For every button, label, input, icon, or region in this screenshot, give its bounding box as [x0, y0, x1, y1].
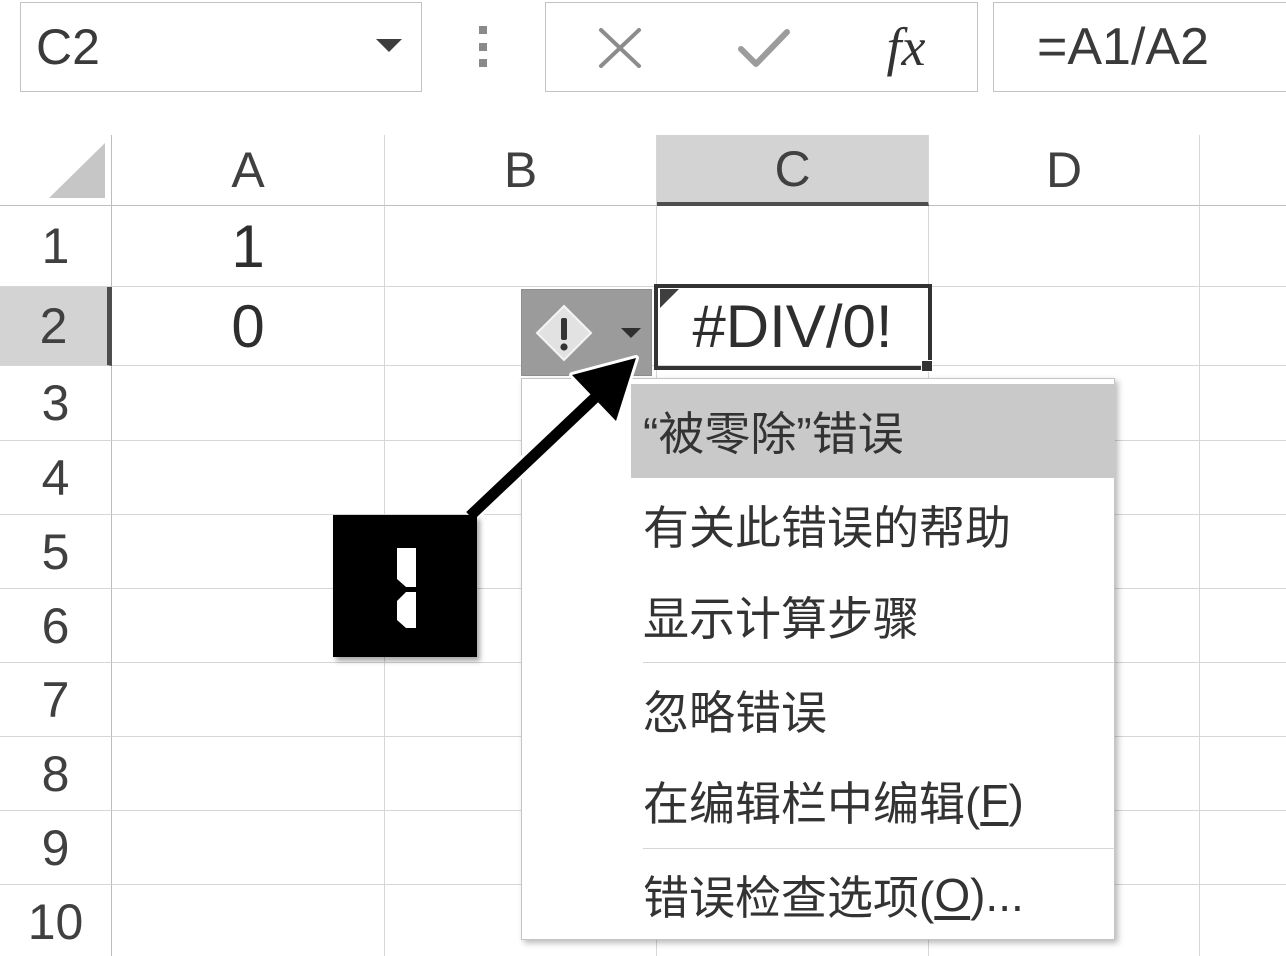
close-icon-graphic: [599, 28, 641, 68]
callout-box: [333, 515, 477, 657]
cell-d1[interactable]: [929, 206, 1200, 287]
row-header-5[interactable]: 5: [0, 515, 112, 589]
column-header-e[interactable]: [1200, 135, 1286, 206]
row-header-9[interactable]: 9: [0, 811, 112, 885]
menu-title-label: “被零除”错误: [643, 408, 904, 460]
menu-item-label: 显示计算步骤: [643, 593, 919, 645]
menu-item-edit-in-formula-bar[interactable]: 在编辑栏中编辑(F): [631, 756, 1115, 846]
cell-a1[interactable]: 1: [112, 206, 385, 287]
cell-e10[interactable]: [1200, 885, 1286, 956]
cell-b1[interactable]: [385, 206, 657, 287]
menu-item-show-calculation-steps[interactable]: 显示计算步骤: [631, 572, 1115, 660]
cell-a4[interactable]: [112, 441, 385, 515]
column-header-a[interactable]: A: [112, 135, 385, 206]
formula-value: =A1/A2: [1037, 18, 1210, 76]
menu-item-ignore-error[interactable]: 忽略错误: [631, 664, 1115, 756]
cell-c1[interactable]: [657, 206, 929, 287]
name-box-value[interactable]: C2: [36, 3, 100, 91]
callout-marker-icon: [397, 548, 416, 628]
cell-c2[interactable]: #DIV/0!: [657, 287, 929, 366]
cell-a7[interactable]: [112, 663, 385, 737]
column-header-c[interactable]: C: [657, 135, 929, 206]
warning-diamond-icon: [535, 304, 593, 362]
select-all-triangle-icon[interactable]: [49, 143, 105, 198]
cell-e9[interactable]: [1200, 811, 1286, 885]
row-header-7[interactable]: 7: [0, 663, 112, 737]
caret-down-icon[interactable]: [376, 39, 402, 52]
cell-e3[interactable]: [1200, 366, 1286, 441]
row-header-8[interactable]: 8: [0, 737, 112, 811]
cell-a2[interactable]: 0: [112, 287, 385, 366]
fill-handle-icon[interactable]: [921, 360, 933, 372]
formula-input[interactable]: =A1/A2: [993, 2, 1286, 92]
cell-d2[interactable]: [929, 287, 1200, 366]
menu-separator: [643, 662, 1115, 663]
menu-item-suffix: ): [1008, 775, 1024, 827]
dot: [479, 26, 487, 34]
close-icon[interactable]: [597, 27, 643, 69]
cell-e1[interactable]: [1200, 206, 1286, 287]
row-header-3[interactable]: 3: [0, 366, 112, 441]
cell-e2[interactable]: [1200, 287, 1286, 366]
error-options-button[interactable]: [521, 289, 652, 376]
cell-a3[interactable]: [112, 366, 385, 441]
check-icon-graphic: [738, 29, 790, 67]
insert-function-button[interactable]: fx: [868, 3, 944, 91]
menu-item-accelerator: F: [980, 775, 1009, 827]
row-header-6[interactable]: 6: [0, 589, 112, 663]
caret-down-icon[interactable]: [621, 328, 641, 338]
formula-buttons: fx: [545, 2, 978, 92]
row-header-4[interactable]: 4: [0, 441, 112, 515]
error-triangle-icon: [660, 289, 679, 308]
menu-item-label: 有关此错误的帮助: [643, 502, 1011, 554]
row-header-1[interactable]: 1: [0, 206, 112, 287]
vertical-dots-icon[interactable]: [477, 22, 489, 72]
cell-e4[interactable]: [1200, 441, 1286, 515]
dot: [479, 59, 487, 67]
column-header-d[interactable]: D: [929, 135, 1200, 206]
name-box[interactable]: C2: [20, 2, 422, 92]
cell-a8[interactable]: [112, 737, 385, 811]
dot: [479, 43, 487, 51]
menu-title-divide-by-zero-error: “被零除”错误: [631, 384, 1115, 478]
menu-item-help-on-error[interactable]: 有关此错误的帮助: [631, 478, 1115, 572]
error-context-menu: “被零除”错误 有关此错误的帮助 显示计算步骤 忽略错误 在编辑栏中编辑(F) …: [521, 378, 1115, 940]
cell-a10[interactable]: [112, 885, 385, 956]
menu-item-accelerator: O: [934, 868, 971, 921]
menu-separator: [643, 848, 1115, 849]
menu-item-label: 在编辑栏中编辑(: [643, 778, 981, 830]
menu-item-error-checking-options[interactable]: 错误检查选项(O)...: [631, 850, 1115, 939]
check-icon[interactable]: [737, 27, 791, 69]
cell-e7[interactable]: [1200, 663, 1286, 737]
select-all-button[interactable]: [0, 135, 112, 206]
menu-item-label: 错误检查选项(: [643, 871, 935, 924]
cell-e8[interactable]: [1200, 737, 1286, 811]
column-header-b[interactable]: B: [385, 135, 657, 206]
menu-item-label: 忽略错误: [643, 687, 827, 739]
cell-e6[interactable]: [1200, 589, 1286, 663]
row-header-10[interactable]: 10: [0, 885, 112, 956]
cell-e5[interactable]: [1200, 515, 1286, 589]
cell-a9[interactable]: [112, 811, 385, 885]
menu-item-suffix: )...: [970, 868, 1024, 921]
row-header-2[interactable]: 2: [0, 287, 112, 366]
